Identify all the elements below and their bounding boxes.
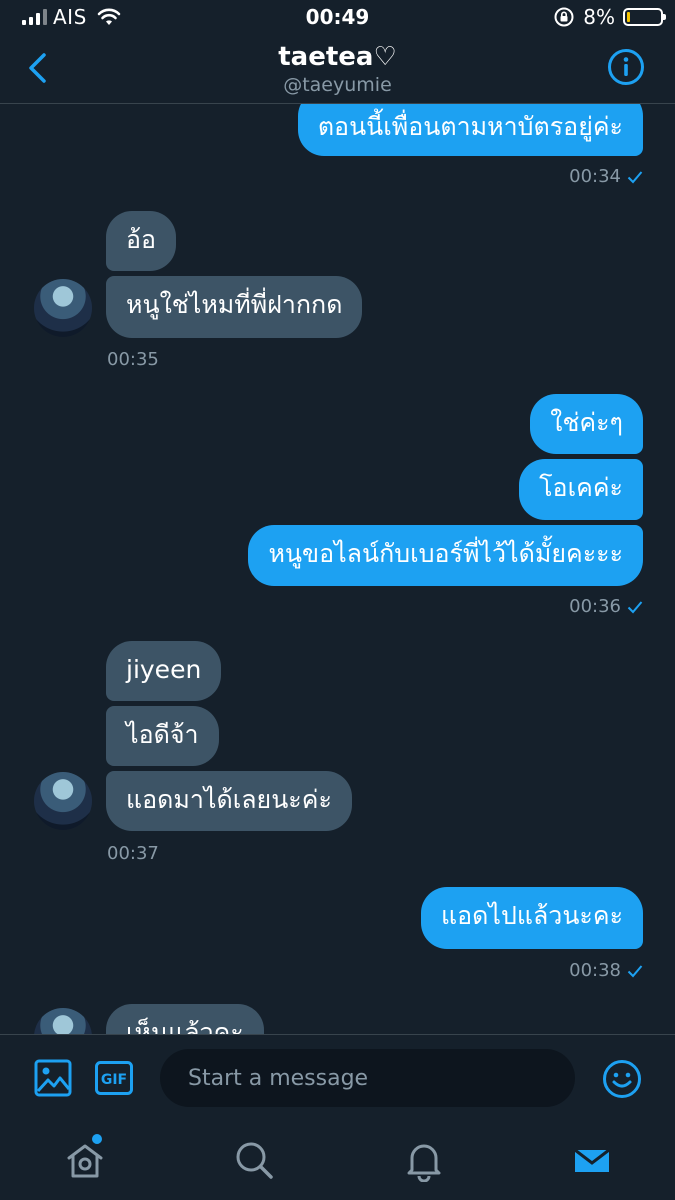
message-outgoing[interactable]: ตอนนี้เพื่อนตามหาบัตรอยู่ค่ะ: [297, 104, 643, 156]
message-incoming[interactable]: หนูใช่ไหมที่พี่ฝากกด: [106, 276, 363, 338]
check-icon: [627, 964, 643, 977]
battery-level: [627, 12, 630, 22]
message-composer: GIF: [0, 1034, 675, 1124]
image-icon[interactable]: [34, 1059, 72, 1097]
avatar[interactable]: [34, 1008, 92, 1034]
info-circle-icon[interactable]: [607, 48, 645, 86]
timestamp-text: 00:34: [569, 166, 621, 187]
conversation-handle: @taeyumie: [283, 74, 392, 96]
battery-percent: 8%: [583, 5, 615, 29]
tab-bar: [0, 1124, 675, 1200]
message-outgoing[interactable]: หนูขอไลน์กับเบอร์พี่ไว้ได้มั้ยคะะะ: [248, 525, 643, 586]
message-incoming[interactable]: jiyeen: [106, 641, 222, 701]
message-list[interactable]: ตอนนี้เพื่อนตามหาบัตรอยู่ค่ะ 00:34 อ้อ ห…: [0, 104, 675, 1034]
header-title-group[interactable]: taetea♡ @taeyumie: [0, 40, 675, 96]
message-timestamp: 00:38: [569, 960, 643, 981]
timestamp-text: 00:38: [569, 960, 621, 981]
emoji-icon[interactable]: [602, 1059, 642, 1099]
message-incoming[interactable]: ไอดีจ้า: [106, 706, 219, 766]
check-icon: [627, 600, 643, 613]
gif-label: GIF: [101, 1072, 127, 1088]
timestamp-text: 00:36: [569, 596, 621, 617]
message-outgoing[interactable]: ใช่ค่ะๆ: [530, 394, 643, 454]
message-timestamp: 00:34: [569, 166, 643, 187]
message-outgoing[interactable]: แอดไปแล้วนะคะ: [421, 887, 643, 949]
battery-icon: [623, 8, 666, 26]
gif-button[interactable]: GIF: [95, 1061, 133, 1095]
orientation-lock-icon: [554, 7, 574, 27]
dm-screen: AIS 00:49 8% taetea♡ @taeyumie ตอนนี้เพื…: [0, 0, 675, 1200]
conversation-title: taetea♡: [278, 42, 397, 72]
avatar[interactable]: [34, 772, 92, 830]
timestamp-text: 00:35: [107, 349, 159, 370]
timestamp-text: 00:37: [107, 843, 159, 864]
status-bar: AIS 00:49 8%: [0, 0, 675, 36]
message-timestamp: 00:37: [107, 843, 159, 864]
mail-icon[interactable]: [570, 1138, 614, 1182]
conversation-header: taetea♡ @taeyumie: [0, 36, 675, 104]
check-icon: [627, 170, 643, 183]
status-right: 8%: [553, 5, 666, 29]
bell-icon[interactable]: [402, 1138, 446, 1182]
search-icon[interactable]: [232, 1138, 276, 1182]
avatar[interactable]: [34, 279, 92, 337]
message-input[interactable]: [160, 1049, 575, 1107]
notification-dot: [92, 1134, 102, 1144]
message-incoming[interactable]: เห็นแล้วคะ: [106, 1004, 264, 1034]
message-incoming[interactable]: อ้อ: [106, 211, 177, 271]
message-incoming[interactable]: แอดมาได้เลยนะค่ะ: [106, 771, 352, 831]
message-timestamp: 00:35: [107, 349, 159, 370]
message-outgoing[interactable]: โอเคค่ะ: [519, 459, 643, 520]
home-icon[interactable]: [63, 1138, 107, 1182]
message-timestamp: 00:36: [569, 596, 643, 617]
